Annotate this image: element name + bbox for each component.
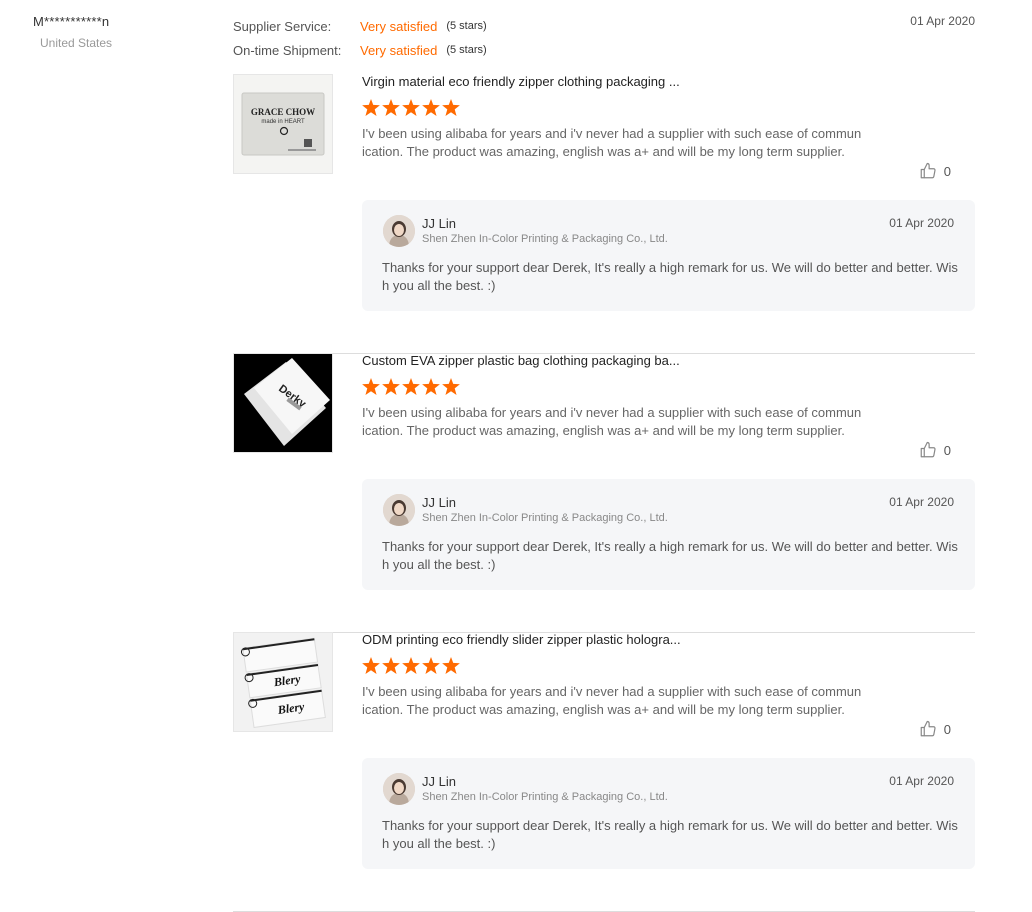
ratings-summary: Supplier Service: Very satisfied (5 star…: [233, 14, 487, 62]
star-icon: [362, 657, 380, 674]
star-rating: [362, 657, 460, 674]
reply-date: 01 Apr 2020: [889, 216, 954, 230]
rating-supplier-service: Supplier Service: Very satisfied (5 star…: [233, 14, 487, 38]
reply-name: JJ Lin: [422, 216, 456, 231]
star-icon: [402, 99, 420, 116]
avatar: [383, 773, 415, 805]
star-icon: [382, 657, 400, 674]
reply-text: Thanks for your support dear Derek, It's…: [382, 539, 958, 572]
thumbs-up-icon: [920, 162, 936, 179]
review-comment: I'v been using alibaba for years and i'v…: [362, 684, 862, 717]
star-icon: [422, 378, 440, 395]
review-item: GRACE CHOW made in HEART Virgin material…: [233, 74, 975, 354]
product-thumbnail[interactable]: Blery Blery: [233, 632, 333, 732]
reply-name: JJ Lin: [422, 774, 456, 789]
star-icon: [442, 99, 460, 116]
rating-stars-text: (5 stars): [446, 44, 487, 56]
rating-value: Very satisfied: [360, 18, 438, 34]
reply-company: Shen Zhen In-Color Printing & Packaging …: [422, 512, 668, 524]
like-button[interactable]: 0: [919, 162, 951, 180]
thumb-brand: GRACE CHOW: [251, 107, 315, 117]
product-title[interactable]: Virgin material eco friendly zipper clot…: [362, 74, 680, 89]
product-thumbnail[interactable]: GRACE CHOW made in HEART: [233, 74, 333, 174]
product-title[interactable]: ODM printing eco friendly slider zipper …: [362, 632, 681, 647]
rating-value: Very satisfied: [360, 42, 438, 58]
rating-label: Supplier Service:: [233, 18, 332, 34]
star-icon: [422, 99, 440, 116]
supplier-reply: JJ Lin Shen Zhen In-Color Printing & Pac…: [362, 200, 975, 311]
star-rating: [362, 99, 460, 116]
avatar: [383, 215, 415, 247]
star-icon: [402, 378, 420, 395]
reply-text: Thanks for your support dear Derek, It's…: [382, 818, 958, 851]
thumbs-up-icon: [920, 441, 936, 458]
product-title[interactable]: Custom EVA zipper plastic bag clothing p…: [362, 353, 680, 368]
supplier-reply: JJ Lin Shen Zhen In-Color Printing & Pac…: [362, 479, 975, 590]
star-rating: [362, 378, 460, 395]
review-date: 01 Apr 2020: [910, 14, 975, 28]
star-icon: [422, 657, 440, 674]
like-button[interactable]: 0: [919, 441, 951, 459]
like-count: 0: [943, 163, 951, 179]
review-comment: I'v been using alibaba for years and i'v…: [362, 405, 862, 438]
star-icon: [382, 378, 400, 395]
thumb-tagline: made in HEART: [261, 119, 305, 125]
star-icon: [362, 378, 380, 395]
review-item: Derky Custom EVA zipper plastic bag clot…: [233, 353, 975, 633]
star-icon: [362, 99, 380, 116]
rating-label: On-time Shipment:: [233, 42, 342, 58]
reviewer-info: M***********n United States: [33, 14, 123, 50]
like-button[interactable]: 0: [919, 720, 951, 738]
reply-date: 01 Apr 2020: [889, 495, 954, 509]
star-icon: [442, 657, 460, 674]
reply-text: Thanks for your support dear Derek, It's…: [382, 260, 958, 293]
review-item: Blery Blery ODM printing eco friendly sl…: [233, 632, 975, 912]
star-icon: [402, 657, 420, 674]
rating-ontime-shipment: On-time Shipment: Very satisfied (5 star…: [233, 38, 487, 62]
star-icon: [442, 378, 460, 395]
like-count: 0: [943, 442, 951, 458]
review-comment: I'v been using alibaba for years and i'v…: [362, 126, 862, 159]
reply-company: Shen Zhen In-Color Printing & Packaging …: [422, 791, 668, 803]
like-count: 0: [943, 721, 951, 737]
reviewer-name: M***********n: [33, 14, 110, 29]
star-icon: [382, 99, 400, 116]
thumbs-up-icon: [920, 720, 936, 737]
reviewer-country: United States: [40, 36, 113, 50]
reply-company: Shen Zhen In-Color Printing & Packaging …: [422, 233, 668, 245]
reply-name: JJ Lin: [422, 495, 456, 510]
supplier-reply: JJ Lin Shen Zhen In-Color Printing & Pac…: [362, 758, 975, 869]
avatar: [383, 494, 415, 526]
reply-date: 01 Apr 2020: [889, 774, 954, 788]
product-thumbnail[interactable]: Derky: [233, 353, 333, 453]
rating-stars-text: (5 stars): [446, 20, 487, 32]
